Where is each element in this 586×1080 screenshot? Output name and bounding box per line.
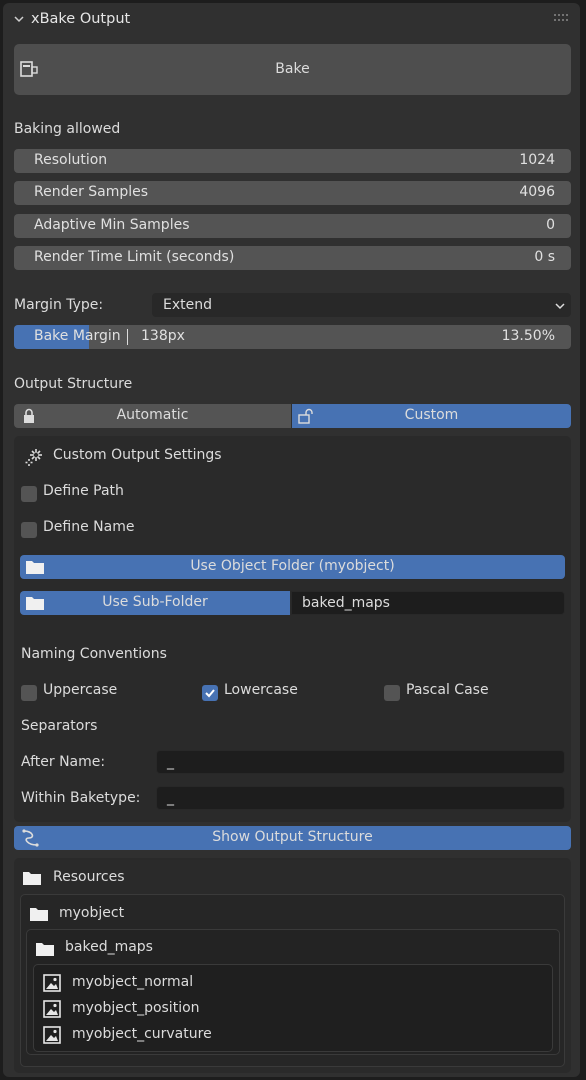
checkbox[interactable] bbox=[21, 486, 37, 502]
checkbox-label: Define Path bbox=[43, 483, 124, 499]
xbake-output-panel: xBake Output Bake Baking allowed Resolut… bbox=[3, 3, 580, 1077]
field-value: 0 s bbox=[534, 249, 555, 265]
checkbox-label: Pascal Case bbox=[406, 682, 489, 698]
checkbox[interactable] bbox=[21, 685, 37, 701]
after-name-label: After Name: bbox=[21, 754, 106, 770]
adaptive-min-samples-field[interactable]: Adaptive Min Samples 0 bbox=[14, 214, 571, 238]
bake-button[interactable]: Bake bbox=[14, 44, 571, 95]
margin-type-value: Extend bbox=[163, 297, 212, 313]
margin-type-label: Margin Type: bbox=[14, 297, 104, 313]
button-label: Use Sub-Folder bbox=[102, 594, 208, 610]
within-baketype-input[interactable]: _ bbox=[156, 786, 565, 810]
file-label: myobject_normal bbox=[72, 974, 194, 990]
button-label: Show Output Structure bbox=[212, 829, 373, 845]
checkbox-label: Lowercase bbox=[224, 682, 298, 698]
field-value: 0 bbox=[546, 217, 555, 233]
file-label: myobject_curvature bbox=[72, 1026, 212, 1042]
use-sub-folder-toggle[interactable]: Use Sub-Folder bbox=[20, 591, 290, 615]
after-name-input[interactable]: _ bbox=[156, 750, 565, 774]
tab-label: Custom bbox=[404, 407, 459, 423]
checkmark-icon bbox=[205, 689, 215, 698]
tree-file-list: myobject_normal myobject_position myobje… bbox=[33, 964, 553, 1052]
input-value: _ bbox=[167, 790, 174, 806]
slider-divider bbox=[127, 329, 128, 345]
render-time-limit-field[interactable]: Render Time Limit (seconds) 0 s bbox=[14, 246, 571, 270]
baking-status-text: Baking allowed bbox=[14, 121, 121, 137]
slider-value: 138px bbox=[141, 328, 185, 344]
slider-label: Bake Margin bbox=[34, 328, 121, 344]
folder-icon bbox=[23, 872, 41, 885]
tree-object-label: myobject bbox=[59, 905, 125, 921]
bake-margin-slider[interactable]: Bake Margin 138px 13.50% bbox=[14, 325, 571, 349]
folder-icon bbox=[36, 943, 54, 956]
checkbox[interactable] bbox=[21, 522, 37, 538]
chevron-down-icon bbox=[555, 303, 565, 310]
folder-icon bbox=[30, 908, 48, 921]
button-label: Use Object Folder (myobject) bbox=[190, 558, 395, 574]
panel-title[interactable]: xBake Output bbox=[31, 11, 130, 27]
chevron-down-icon[interactable] bbox=[12, 12, 26, 26]
resolution-field[interactable]: Resolution 1024 bbox=[14, 149, 571, 173]
field-label: Resolution bbox=[34, 152, 108, 168]
bake-button-label: Bake bbox=[275, 61, 310, 77]
output-structure-heading: Output Structure bbox=[14, 376, 133, 392]
image-icon bbox=[43, 1000, 61, 1018]
tree-folder-label: baked_maps bbox=[65, 939, 153, 955]
margin-type-dropdown[interactable]: Extend bbox=[152, 293, 571, 317]
tree-object-node: myobject baked_maps myobject_normal myob… bbox=[20, 894, 565, 1067]
custom-output-heading: Custom Output Settings bbox=[53, 447, 222, 463]
show-output-structure-button[interactable]: Show Output Structure bbox=[14, 826, 571, 850]
separators-heading: Separators bbox=[21, 718, 98, 734]
tree-folder-node: baked_maps myobject_normal myobject_posi… bbox=[26, 929, 560, 1055]
drag-grip-icon[interactable] bbox=[554, 14, 568, 22]
render-samples-field[interactable]: Render Samples 4096 bbox=[14, 181, 571, 205]
image-icon bbox=[43, 1026, 61, 1044]
field-label: Render Samples bbox=[34, 184, 149, 200]
input-value: baked_maps bbox=[302, 595, 390, 611]
slider-percent: 13.50% bbox=[501, 328, 555, 344]
checkbox[interactable] bbox=[384, 685, 400, 701]
output-structure-tree: Resources myobject baked_maps myobject_n… bbox=[14, 858, 571, 1073]
tree-root-label: Resources bbox=[53, 869, 125, 885]
field-value: 1024 bbox=[519, 152, 555, 168]
checkbox-label: Define Name bbox=[43, 519, 135, 535]
within-baketype-label: Within Baketype: bbox=[21, 790, 141, 806]
naming-conventions-heading: Naming Conventions bbox=[21, 646, 167, 662]
input-value: _ bbox=[167, 754, 174, 770]
file-label: myobject_position bbox=[72, 1000, 200, 1016]
custom-output-settings-box: Custom Output Settings Define Path Defin… bbox=[14, 436, 571, 822]
image-icon bbox=[43, 974, 61, 992]
gears-icon bbox=[25, 449, 42, 466]
tab-automatic[interactable]: Automatic bbox=[14, 404, 291, 428]
field-value: 4096 bbox=[519, 184, 555, 200]
tab-label: Automatic bbox=[116, 407, 189, 423]
field-label: Render Time Limit (seconds) bbox=[34, 249, 235, 265]
checkbox[interactable] bbox=[202, 685, 218, 701]
field-label: Adaptive Min Samples bbox=[34, 217, 190, 233]
sub-folder-name-input[interactable]: baked_maps bbox=[291, 591, 565, 615]
use-object-folder-button[interactable]: Use Object Folder (myobject) bbox=[20, 555, 565, 579]
tab-custom[interactable]: Custom bbox=[292, 404, 571, 428]
checkbox-label: Uppercase bbox=[43, 682, 118, 698]
